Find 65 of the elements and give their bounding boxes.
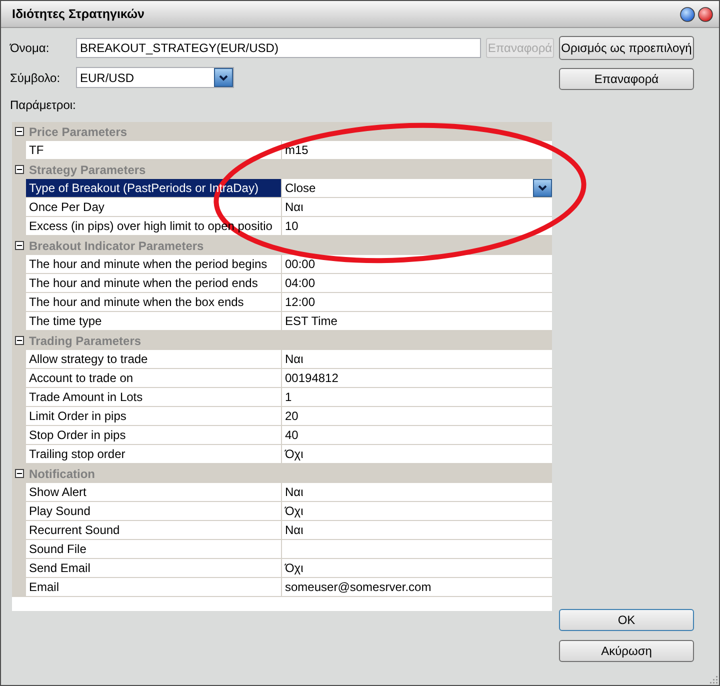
property-name[interactable]: Once Per Day: [26, 198, 282, 217]
property-name[interactable]: Sound File: [26, 540, 282, 559]
dropdown-button[interactable]: [214, 68, 233, 87]
property-name[interactable]: Account to trade on: [26, 369, 282, 388]
name-label: Όνομα:: [10, 40, 50, 57]
category-title: Notification: [28, 466, 95, 482]
collapse-icon[interactable]: [14, 336, 24, 345]
property-name[interactable]: Play Sound: [26, 502, 282, 521]
property-value[interactable]: someuser@somesrver.com: [282, 578, 552, 596]
property-name[interactable]: The time type: [26, 312, 282, 331]
chevron-down-icon: [538, 185, 547, 191]
set-default-button[interactable]: Ορισμός ως προεπιλογή: [559, 36, 694, 60]
property-name[interactable]: The hour and minute when the period ends: [26, 274, 282, 293]
collapse-icon[interactable]: [14, 127, 24, 136]
category-title: Trading Parameters: [28, 332, 142, 350]
parameters-label: Παράμετροι:: [10, 98, 76, 112]
property-name[interactable]: TF: [26, 141, 282, 160]
property-name[interactable]: The hour and minute when the box ends: [26, 293, 282, 312]
value-dropdown-button[interactable]: [533, 179, 552, 197]
property-value[interactable]: Ναι: [282, 521, 552, 539]
category-title: Price Parameters: [28, 124, 128, 140]
collapse-icon[interactable]: [14, 241, 24, 250]
property-value[interactable]: Όχι: [282, 445, 552, 463]
category-title: Breakout Indicator Parameters: [28, 238, 204, 254]
property-name[interactable]: Email: [26, 578, 282, 597]
property-name[interactable]: Trade Amount in Lots: [26, 388, 282, 407]
property-name[interactable]: Limit Order in pips: [26, 407, 282, 426]
collapse-icon[interactable]: [14, 165, 24, 174]
category-title: Strategy Parameters: [28, 162, 146, 178]
property-value[interactable]: 04:00: [282, 274, 552, 292]
property-value[interactable]: 00194812: [282, 369, 552, 387]
cancel-button[interactable]: Ακύρωση: [559, 640, 694, 662]
property-name[interactable]: Stop Order in pips: [26, 426, 282, 445]
property-value[interactable]: Όχι: [282, 502, 552, 520]
symbol-select[interactable]: EUR/USD: [76, 67, 234, 88]
property-value[interactable]: 10: [282, 217, 552, 235]
property-value[interactable]: 40: [282, 426, 552, 444]
property-value[interactable]: 1: [282, 388, 552, 406]
property-value[interactable]: Ναι: [282, 483, 552, 501]
close-button[interactable]: [698, 6, 713, 22]
window-title: Ιδιότητες Στρατηγικών: [12, 6, 145, 23]
property-value[interactable]: 12:00: [282, 293, 552, 311]
property-name[interactable]: The hour and minute when the period begins: [26, 255, 282, 274]
ok-button[interactable]: OK: [559, 609, 694, 631]
reset-defaults-button[interactable]: Επαναφορά: [559, 68, 694, 90]
collapse-icon[interactable]: [14, 469, 24, 478]
property-value[interactable]: 20: [282, 407, 552, 425]
property-value[interactable]: 00:00: [282, 255, 552, 273]
property-name[interactable]: Send Email: [26, 559, 282, 578]
symbol-label: Σύμβολο:: [10, 70, 62, 87]
property-name[interactable]: Show Alert: [26, 483, 282, 502]
name-input[interactable]: BREAKOUT_STRATEGY(EUR/USD): [76, 38, 481, 58]
property-value[interactable]: EST Time: [282, 312, 552, 330]
resize-grip-icon[interactable]: [709, 675, 718, 684]
symbol-value: EUR/USD: [79, 70, 136, 86]
minimize-button[interactable]: [680, 6, 695, 22]
property-value[interactable]: m15: [282, 141, 552, 159]
property-value[interactable]: Close: [282, 179, 533, 197]
property-name[interactable]: Trailing stop order: [26, 445, 282, 464]
property-value[interactable]: Ναι: [282, 350, 552, 368]
property-name[interactable]: Allow strategy to trade: [26, 350, 282, 369]
property-value[interactable]: Όχι: [282, 559, 552, 577]
property-value[interactable]: Ναι: [282, 198, 552, 216]
chevron-down-icon: [219, 74, 228, 80]
property-name[interactable]: Recurrent Sound: [26, 521, 282, 540]
